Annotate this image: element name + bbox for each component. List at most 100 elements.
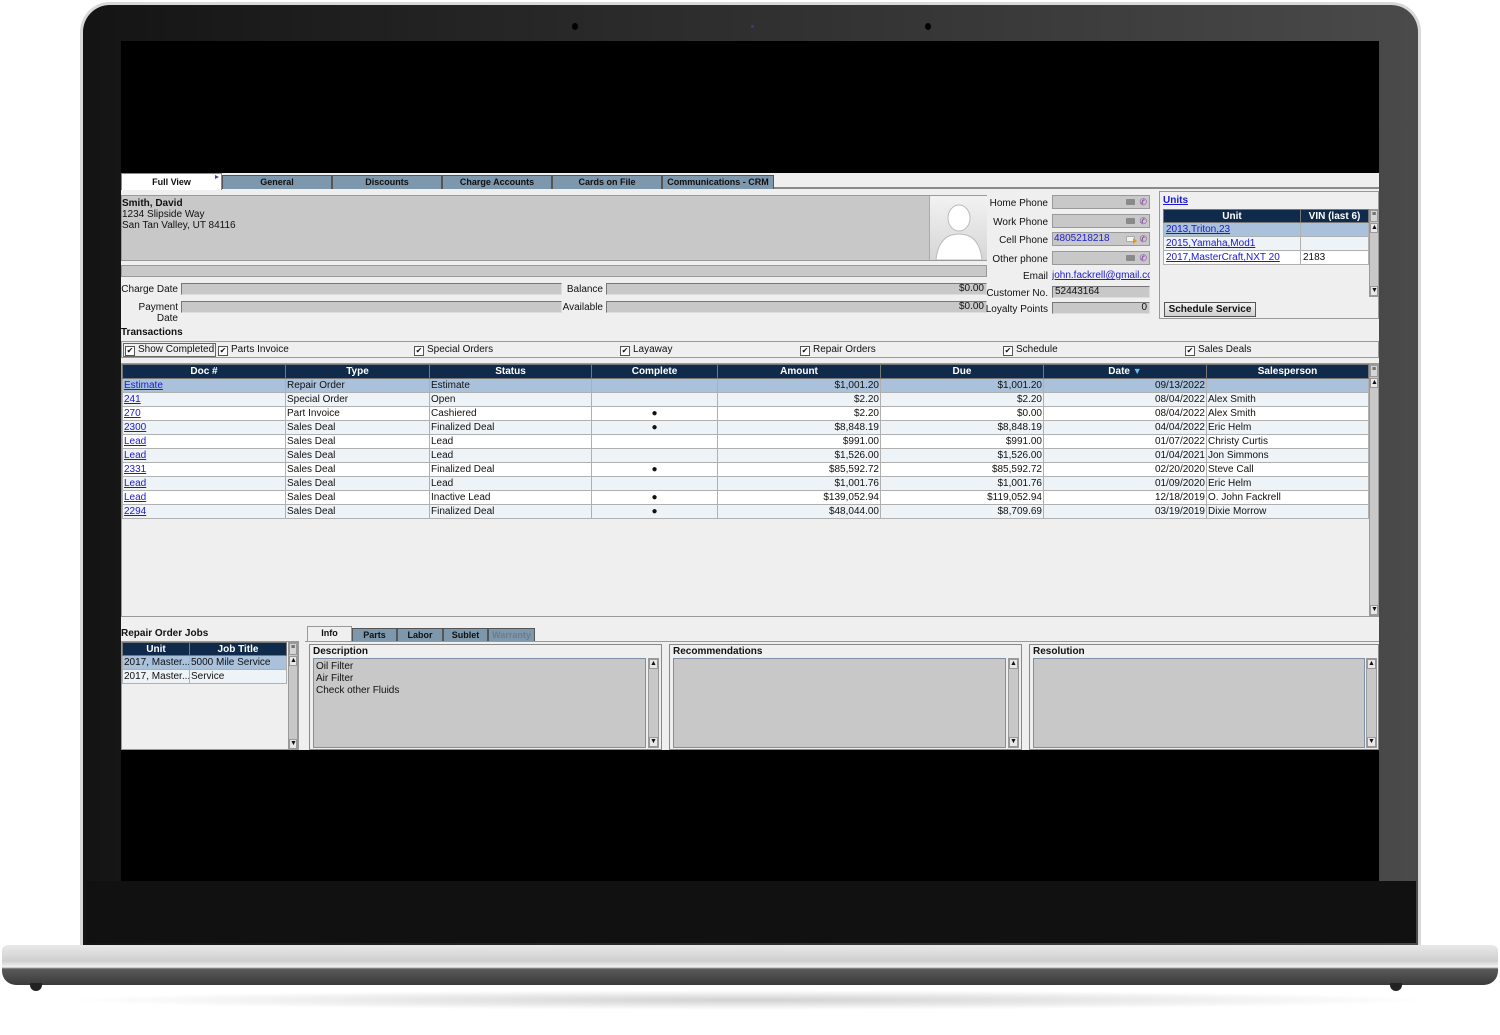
transaction-row[interactable]: Lead Sales Deal Inactive Lead ● $139,052.94 $… [122, 490, 1369, 505]
sort-descending-icon[interactable]: ▼ [1133, 366, 1142, 376]
tab-discounts[interactable]: Discounts [332, 175, 442, 189]
unit-row[interactable]: 2013,Triton,23 [1163, 222, 1369, 237]
email-link[interactable]: john.fackrell@gmail.cor [1052, 270, 1150, 281]
tab-sublet[interactable]: Sublet [443, 628, 488, 641]
units-col-vin[interactable]: VIN (last 6) [1300, 209, 1369, 223]
tab-cards-on-file[interactable]: Cards on File [552, 175, 662, 189]
customer-avatar[interactable] [929, 196, 987, 261]
tab-info[interactable]: Info [307, 626, 352, 641]
transactions-scrollbar[interactable]: ≡ ▲ ▼ [1369, 364, 1379, 616]
recommendations-textarea[interactable] [673, 658, 1006, 748]
col-doc-number[interactable]: Doc # [122, 364, 286, 379]
phone-call-icon[interactable]: ✆ [1139, 234, 1147, 244]
transaction-row[interactable]: Lead Sales Deal Lead $1,001.76 $1,001.76 01/0… [122, 476, 1369, 491]
scroll-down-icon[interactable]: ▼ [649, 737, 658, 747]
unit-link[interactable]: 2013,Triton,23 [1166, 224, 1230, 235]
column-menu-icon[interactable]: ≡ [1370, 365, 1378, 377]
checkbox-checked-icon[interactable]: ✔ [218, 346, 228, 356]
scroll-up-icon[interactable]: ▲ [1009, 659, 1018, 669]
send-message-icon[interactable] [1126, 236, 1137, 244]
filter-schedule[interactable]: ✔ Schedule [1003, 344, 1058, 356]
doc-link[interactable]: Lead [124, 478, 146, 489]
message-icon[interactable] [1126, 199, 1135, 205]
doc-number-cell[interactable]: Lead [122, 448, 286, 463]
tab-general[interactable]: General [222, 175, 332, 189]
roj-row[interactable]: 2017, Master... Service [122, 669, 287, 684]
col-amount[interactable]: Amount [717, 364, 881, 379]
filter-special-orders[interactable]: ✔ Special Orders [414, 344, 493, 356]
filter-parts-invoice[interactable]: ✔ Parts Invoice [218, 344, 289, 356]
units-scrollbar[interactable]: ≡ ▲ ▼ [1369, 209, 1379, 297]
doc-link[interactable]: 270 [124, 408, 141, 419]
filter-layaway[interactable]: ✔ Layaway [620, 344, 672, 356]
roj-row[interactable]: 2017, Master... 5000 Mile Service [122, 655, 287, 670]
doc-link[interactable]: Lead [124, 492, 146, 503]
unit-link[interactable]: 2015,Yamaha,Mod1 [1166, 238, 1255, 249]
roj-col-unit[interactable]: Unit [122, 642, 190, 656]
checkbox-checked-icon[interactable]: ✔ [1185, 346, 1195, 356]
col-type[interactable]: Type [285, 364, 430, 379]
filter-sales-deals[interactable]: ✔ Sales Deals [1185, 344, 1251, 356]
phone-call-icon[interactable]: ✆ [1139, 197, 1147, 207]
filter-show-completed[interactable]: ✔ Show Completed [123, 343, 217, 357]
phone-call-icon[interactable]: ✆ [1139, 216, 1147, 226]
transaction-row[interactable]: Lead Sales Deal Lead $991.00 $991.00 01/07/20… [122, 434, 1369, 449]
scroll-down-icon[interactable]: ▼ [1367, 737, 1376, 747]
tab-charge-accounts[interactable]: Charge Accounts [442, 175, 552, 189]
tab-labor[interactable]: Labor [397, 628, 443, 641]
transaction-row[interactable]: 2294 Sales Deal Finalized Deal ● $48,044.00 $… [122, 504, 1369, 519]
unit-link[interactable]: 2017,MasterCraft,NXT 20 [1166, 252, 1280, 263]
phone-call-icon[interactable]: ✆ [1139, 253, 1147, 263]
doc-number-cell[interactable]: 270 [122, 406, 286, 421]
doc-number-cell[interactable]: Lead [122, 476, 286, 491]
roj-col-job-title[interactable]: Job Title [189, 642, 287, 656]
scroll-down-icon[interactable]: ▼ [1370, 286, 1378, 296]
doc-link[interactable]: Lead [124, 436, 146, 447]
doc-number-cell[interactable]: 2294 [122, 504, 286, 519]
description-textarea[interactable]: Oil Filter Air Filter Check other Fluids [313, 658, 646, 748]
checkbox-checked-icon[interactable]: ✔ [800, 346, 810, 356]
roj-scrollbar[interactable]: ≡ ▲ ▼ [288, 642, 298, 750]
doc-number-cell[interactable]: Lead [122, 434, 286, 449]
checkbox-checked-icon[interactable]: ✔ [620, 346, 630, 356]
doc-link[interactable]: Estimate [124, 380, 163, 391]
checkbox-checked-icon[interactable]: ✔ [1003, 346, 1013, 356]
filter-repair-orders[interactable]: ✔ Repair Orders [800, 344, 876, 356]
scroll-up-icon[interactable]: ▲ [649, 659, 658, 669]
column-menu-icon[interactable]: ≡ [1370, 210, 1378, 222]
col-due[interactable]: Due [880, 364, 1044, 379]
unit-row[interactable]: 2017,MasterCraft,NXT 20 2183 [1163, 250, 1369, 265]
message-icon[interactable] [1126, 218, 1135, 224]
doc-link[interactable]: 241 [124, 394, 141, 405]
resolution-textarea[interactable] [1033, 658, 1365, 748]
scroll-up-icon[interactable]: ▲ [1370, 378, 1378, 388]
payment-date-field[interactable] [181, 301, 562, 313]
units-link[interactable]: Units [1163, 195, 1188, 206]
scroll-up-icon[interactable]: ▲ [289, 656, 297, 666]
scroll-up-icon[interactable]: ▲ [1370, 223, 1378, 233]
work-phone-field[interactable]: ✆ [1052, 214, 1150, 228]
doc-link[interactable]: Lead [124, 450, 146, 461]
col-date[interactable]: Date ▼ [1043, 364, 1207, 379]
col-status[interactable]: Status [429, 364, 592, 379]
doc-number-cell[interactable]: Estimate [122, 378, 286, 393]
message-icon[interactable] [1126, 255, 1135, 261]
transaction-row[interactable]: Lead Sales Deal Lead $1,526.00 $1,526.00 01/0… [122, 448, 1369, 463]
doc-link[interactable]: 2331 [124, 464, 146, 475]
col-salesperson[interactable]: Salesperson [1206, 364, 1369, 379]
schedule-service-button[interactable]: Schedule Service [1164, 302, 1256, 317]
charge-date-field[interactable] [181, 283, 562, 295]
checkbox-checked-icon[interactable]: ✔ [414, 346, 424, 356]
other-phone-field[interactable]: ✆ [1052, 251, 1150, 265]
col-complete[interactable]: Complete [591, 364, 718, 379]
tab-communications-crm[interactable]: Communications - CRM [662, 175, 774, 189]
doc-link[interactable]: 2294 [124, 506, 146, 517]
checkbox-checked-icon[interactable]: ✔ [125, 346, 135, 356]
scroll-up-icon[interactable]: ▲ [1367, 659, 1376, 669]
description-scrollbar[interactable]: ▲ ▼ [648, 658, 659, 748]
home-phone-field[interactable]: ✆ [1052, 195, 1150, 209]
column-menu-icon[interactable]: ≡ [289, 643, 297, 655]
tab-parts[interactable]: Parts [352, 628, 397, 641]
scroll-down-icon[interactable]: ▼ [1370, 605, 1378, 615]
doc-number-cell[interactable]: Lead [122, 490, 286, 505]
